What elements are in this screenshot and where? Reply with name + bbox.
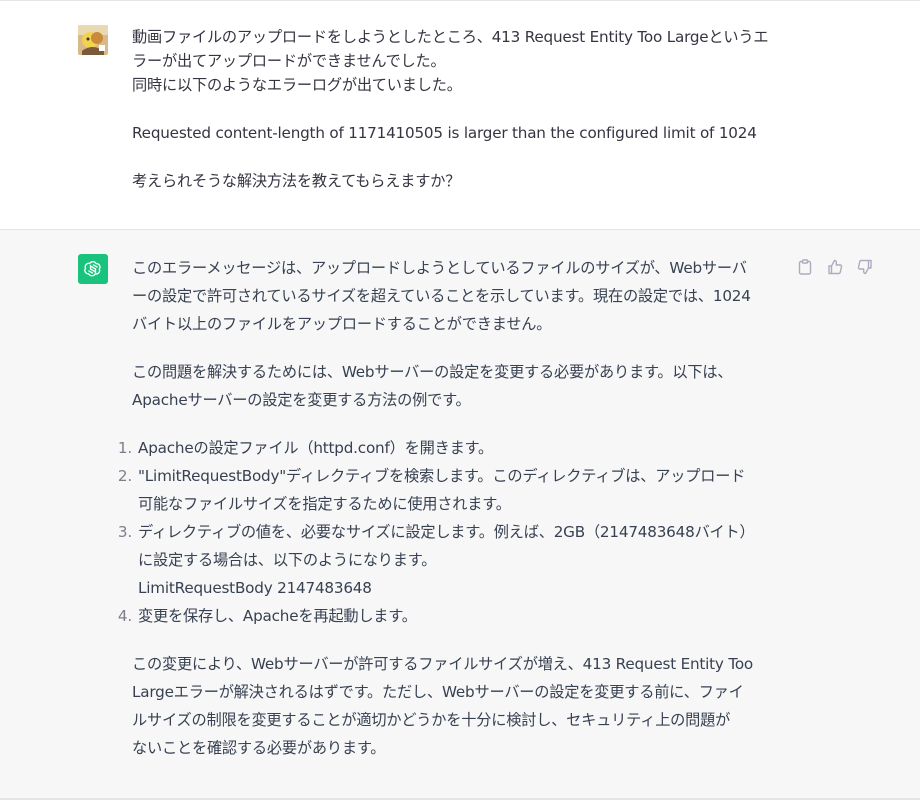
user-message: 動画ファイルのアップロードをしようとしたところ、413 Request Enti… <box>0 1 920 229</box>
assistant-p1-line-2: ーの設定で許可されているサイズを超えていることを示しています。現在の設定では、1… <box>132 287 751 305</box>
step-number: 2. <box>117 467 132 485</box>
assistant-p3-line-2: Largeエラーが解決されるはずです。ただし、Webサーバーの設定を変更する前に… <box>132 683 744 701</box>
step-text: 変更を保存し、Apacheを再起動します。 <box>138 607 417 625</box>
chat-page: 動画ファイルのアップロードをしようとしたところ、413 Request Enti… <box>0 0 920 800</box>
openai-logo-icon <box>78 254 108 284</box>
user-error-log-line: Requested content-length of 1171410505 i… <box>132 124 757 142</box>
user-avatar <box>78 25 108 55</box>
assistant-paragraph-2: この問題を解決するためには、Webサーバーの設定を変更する必要があります。以下は… <box>132 358 792 414</box>
config-example: LimitRequestBody 2147483648 <box>138 579 372 597</box>
assistant-p3-line-3: ルサイズの制限を変更することが適切かどうかを十分に検討し、セキュリティ上の問題が <box>132 711 731 729</box>
step-number: 3. <box>117 523 132 541</box>
step-number: 4. <box>117 607 132 625</box>
user-line-question: 考えられそうな解決方法を教えてもらえますか？ <box>132 172 461 190</box>
assistant-p1-line-1: このエラーメッセージは、アップロードしようとしているファイルのサイズが、Webサ… <box>132 259 747 277</box>
list-item: 1. Apacheの設定ファイル（httpd.conf）を開きます。 <box>112 434 792 462</box>
assistant-p3-line-4: ないことを確認する必要があります。 <box>132 739 386 757</box>
step-number: 1. <box>117 439 132 457</box>
assistant-p2-line-2: Apacheサーバーの設定を変更する方法の例です。 <box>132 391 471 409</box>
user-line-3: 同時に以下のようなエラーログが出ていました。 <box>132 76 462 94</box>
assistant-paragraph-1: このエラーメッセージは、アップロードしようとしているファイルのサイズが、Webサ… <box>132 254 792 338</box>
assistant-p3-line-1: この変更により、Webサーバーが許可するファイルサイズが増え、413 Reque… <box>132 655 754 673</box>
thumbs-down-icon[interactable] <box>856 258 874 276</box>
user-line-2: ラーが出てアップロードができませんでした。 <box>132 52 446 70</box>
step-text: "LimitRequestBody"ディレクティブを検索します。このディレクティ… <box>138 467 746 485</box>
assistant-p1-line-3: バイト以上のファイルをアップロードすることができません。 <box>132 315 552 333</box>
message-actions <box>796 258 874 276</box>
thumbs-up-icon[interactable] <box>826 258 844 276</box>
list-item: 4. 変更を保存し、Apacheを再起動します。 <box>112 602 792 630</box>
assistant-message: このエラーメッセージは、アップロードしようとしているファイルのサイズが、Webサ… <box>0 230 920 798</box>
user-line-1: 動画ファイルのアップロードをしようとしたところ、413 Request Enti… <box>132 28 769 46</box>
list-item: 2. "LimitRequestBody"ディレクティブを検索します。このディレ… <box>112 462 792 518</box>
assistant-paragraph-3: この変更により、Webサーバーが許可するファイルサイズが増え、413 Reque… <box>132 650 792 762</box>
step-text: 可能なファイルサイズを指定するために使用されます。 <box>138 495 511 513</box>
assistant-p2-line-1: この問題を解決するためには、Webサーバーの設定を変更する必要があります。以下は… <box>132 363 733 381</box>
clipboard-icon[interactable] <box>796 258 814 276</box>
steps-list: 1. Apacheの設定ファイル（httpd.conf）を開きます。 2. "L… <box>112 434 792 630</box>
step-text: Apacheの設定ファイル（httpd.conf）を開きます。 <box>138 439 494 457</box>
list-item: 3. ディレクティブの値を、必要なサイズに設定します。例えば、2GB（21474… <box>112 518 792 602</box>
step-text: に設定する場合は、以下のようになります。 <box>138 551 437 569</box>
step-text: ディレクティブの値を、必要なサイズに設定します。例えば、2GB（21474836… <box>138 523 755 541</box>
